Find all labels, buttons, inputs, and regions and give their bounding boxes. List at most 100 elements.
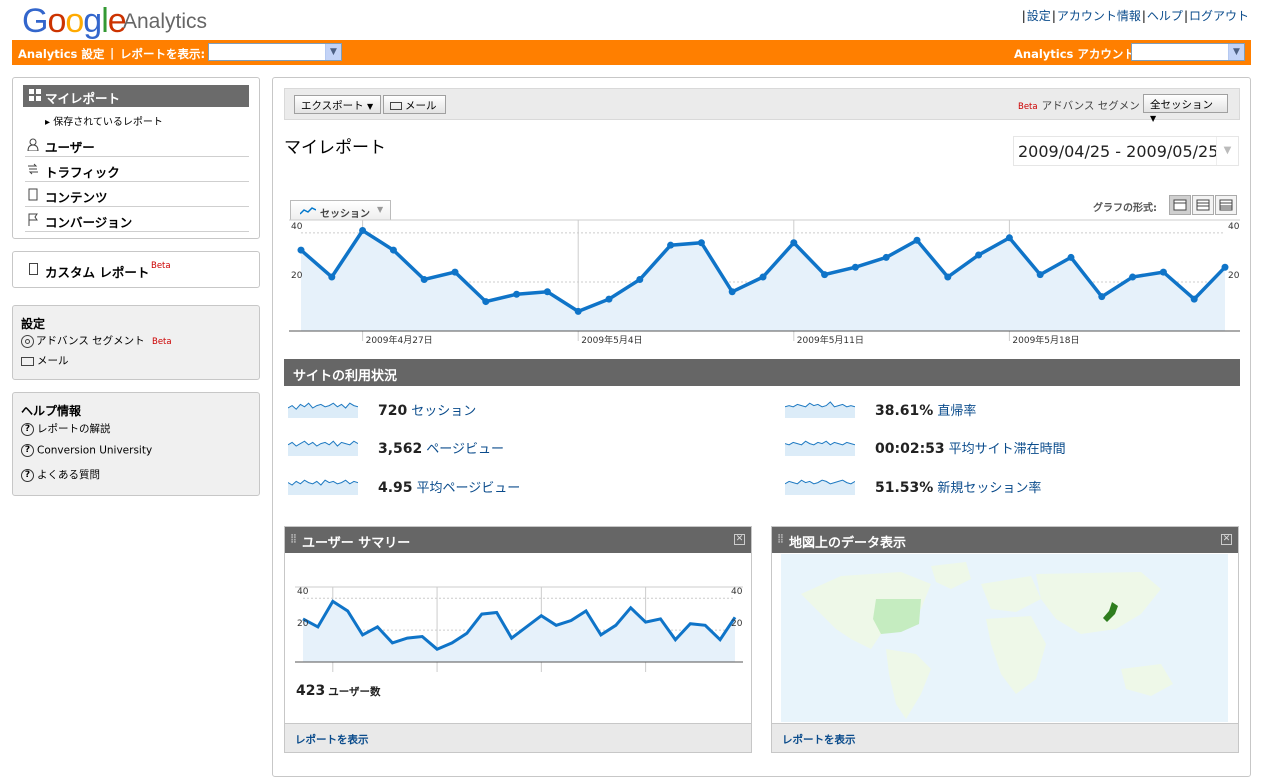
- mail-icon: [21, 356, 34, 366]
- metric-value: 720: [378, 403, 408, 419]
- view-report-link[interactable]: レポートを表示: [782, 732, 856, 747]
- widget-header[interactable]: ⣿ ユーザー サマリー ✕: [285, 527, 751, 553]
- chart-area: [301, 230, 1225, 331]
- header: Google Analytics |設定|アカウント情報|ヘルプ|ログアウト: [0, 0, 1263, 40]
- data-point: [389, 246, 397, 254]
- help-box: ヘルプ情報 ? レポートの解説 ? Conversion University ? よ…: [12, 392, 260, 496]
- drag-handle-icon[interactable]: ⣿: [777, 534, 785, 546]
- help-link-label: よくある質問: [37, 469, 100, 481]
- widget-title: 地図上のデータ表示: [789, 536, 907, 551]
- graph-format-day-button[interactable]: [1169, 195, 1191, 215]
- metric-value: 38.61%: [875, 403, 934, 419]
- sessions-line-chart[interactable]: 40 40 20 20 2009年4月27日 2009年5月4日 2009年5月11日 200…: [284, 218, 1240, 348]
- chevron-down-icon[interactable]: ▼: [1216, 137, 1238, 165]
- report-select[interactable]: ▼: [208, 43, 342, 61]
- chevron-down-icon: ▼: [377, 205, 384, 214]
- data-point: [1159, 268, 1167, 276]
- email-button[interactable]: メール: [383, 95, 446, 114]
- custom-report-box[interactable]: カスタム レポート Beta: [12, 251, 260, 288]
- data-point: [451, 268, 459, 276]
- toolbar: エクスポート ▼ メール Beta アドバンス セグメント: 全セッション ▼: [284, 88, 1240, 123]
- help-link-report-guide[interactable]: ? レポートの解説: [21, 421, 111, 436]
- metric-label-link[interactable]: ページビュー: [426, 442, 504, 457]
- data-point: [697, 239, 705, 247]
- close-icon[interactable]: ✕: [734, 534, 745, 545]
- report-icon: [29, 263, 38, 275]
- users-count-label: ユーザー数: [328, 686, 381, 698]
- world-map[interactable]: [781, 554, 1228, 722]
- account-info-link[interactable]: アカウント情報: [1057, 9, 1141, 23]
- data-point: [728, 288, 736, 296]
- calendar-week-icon: [1196, 199, 1210, 211]
- data-point: [636, 276, 644, 283]
- line-chart-icon: [300, 207, 316, 215]
- data-point: [759, 273, 767, 281]
- metric-text: 720 セッション: [378, 400, 476, 419]
- graph-metric-select[interactable]: セッション ▼: [290, 200, 391, 220]
- chevron-down-icon[interactable]: ▼: [325, 44, 341, 60]
- y-tick-label-right: 40: [731, 587, 743, 597]
- sidebar-item-users[interactable]: ユーザー: [25, 133, 249, 157]
- graph-format-month-button[interactable]: [1215, 195, 1237, 215]
- saved-reports-link[interactable]: ▸ 保存されているレポート: [45, 113, 163, 128]
- widget-header[interactable]: ⣿ 地図上のデータ表示 ✕: [772, 527, 1238, 553]
- data-point: [297, 246, 305, 254]
- custom-report-link[interactable]: カスタム レポート: [45, 262, 149, 281]
- analytics-settings-link[interactable]: Analytics 設定: [18, 46, 104, 62]
- saved-reports-label: 保存されているレポート: [53, 117, 163, 128]
- metric-label-link[interactable]: 平均ページビュー: [417, 481, 521, 496]
- chevron-down-icon[interactable]: ▼: [1228, 44, 1244, 60]
- sidebar-item-my-report[interactable]: マイレポート: [23, 85, 249, 107]
- report-view-label: レポートを表示:: [120, 47, 206, 61]
- metric-label-link[interactable]: 新規セッション率: [937, 481, 1041, 496]
- settings-link[interactable]: 設定: [1027, 9, 1051, 23]
- data-point: [1098, 293, 1106, 301]
- metric-label-link[interactable]: セッション: [411, 404, 476, 419]
- data-point: [1036, 271, 1044, 279]
- close-icon[interactable]: ✕: [1221, 534, 1232, 545]
- data-point: [605, 295, 613, 303]
- graph-format-week-button[interactable]: [1192, 195, 1214, 215]
- metric-label-link[interactable]: 直帰率: [937, 404, 976, 419]
- settings-box: 設定 アドバンス セグメント Beta メール: [12, 305, 260, 380]
- chevron-down-icon: ▼: [1150, 114, 1157, 123]
- sidebar-item-traffic[interactable]: トラフィック: [25, 158, 249, 182]
- metric-label-link[interactable]: 平均サイト滞在時間: [949, 442, 1066, 457]
- account-select[interactable]: ▼: [1131, 43, 1245, 61]
- metric-text: 3,562 ページビュー: [378, 438, 504, 457]
- email-settings-link[interactable]: メール: [21, 353, 69, 368]
- data-point: [851, 263, 859, 271]
- help-link-faq[interactable]: ? よくある質問: [21, 467, 100, 482]
- data-point: [975, 251, 983, 259]
- data-point: [1221, 263, 1229, 271]
- segment-label: Beta アドバンス セグメント:: [1018, 98, 1154, 113]
- help-link-conversion-university[interactable]: ? Conversion University: [21, 444, 152, 457]
- metric-value: 4.95: [378, 480, 413, 496]
- question-icon: ?: [21, 468, 34, 482]
- data-point: [420, 276, 428, 283]
- sidebar-item-content[interactable]: コンテンツ: [25, 183, 249, 207]
- view-report-link[interactable]: レポートを表示: [295, 732, 369, 747]
- help-link-label: レポートの解説: [37, 423, 111, 435]
- account-label: Analytics アカウント:: [1014, 47, 1140, 61]
- data-point: [574, 307, 582, 315]
- date-range-text: 2009/04/25 - 2009/05/25: [1018, 142, 1219, 161]
- triangle-right-icon: ▸: [45, 117, 54, 128]
- google-logo[interactable]: Google: [22, 2, 127, 41]
- export-label: エクスポート: [301, 100, 364, 112]
- segment-select[interactable]: 全セッション ▼: [1143, 94, 1228, 123]
- logout-link[interactable]: ログアウト: [1189, 9, 1249, 23]
- data-point: [1005, 234, 1013, 242]
- data-point: [882, 253, 890, 261]
- site-usage-header: サイトの利用状況: [284, 359, 1240, 386]
- help-link[interactable]: ヘルプ: [1147, 9, 1183, 23]
- drag-handle-icon[interactable]: ⣿: [290, 534, 298, 546]
- sidebar-item-conversion[interactable]: コンバージョン: [25, 208, 249, 232]
- export-button[interactable]: エクスポート ▼: [294, 95, 381, 114]
- document-icon: [28, 188, 38, 201]
- sparkline: [288, 479, 358, 495]
- data-point: [944, 273, 952, 281]
- date-range-picker[interactable]: 2009/04/25 - 2009/05/25 ▼: [1013, 136, 1239, 166]
- advanced-segment-link[interactable]: アドバンス セグメント Beta: [21, 333, 172, 348]
- users-summary-widget: ⣿ ユーザー サマリー ✕ 40 40 20 20 423 ユーザー数 レポートを表示: [284, 526, 752, 753]
